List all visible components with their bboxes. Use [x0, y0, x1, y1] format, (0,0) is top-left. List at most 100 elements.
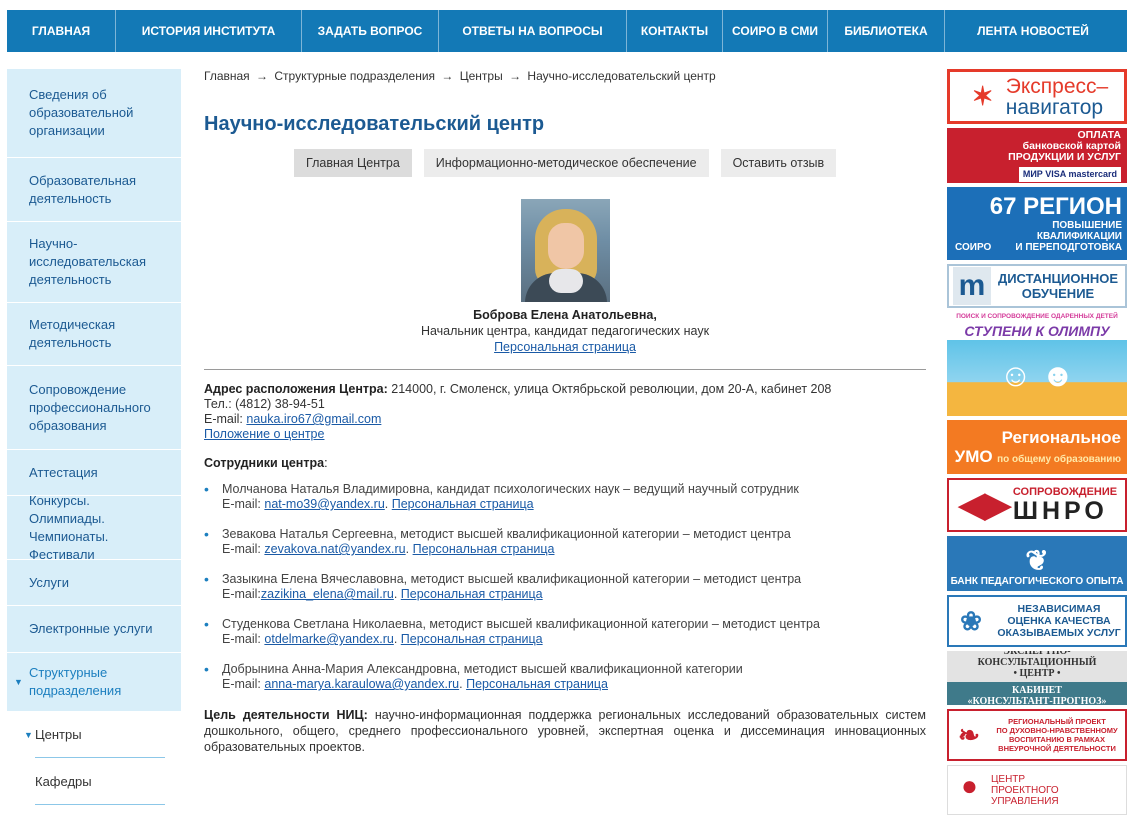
nav-answers[interactable]: ОТВЕТЫ НА ВОПРОСЫ	[439, 10, 627, 52]
bullet-icon: •	[204, 616, 209, 632]
banner-distance-learning[interactable]: m ДИСТАНЦИОННОЕ ОБУЧЕНИЕ	[947, 264, 1127, 308]
nav-news-feed[interactable]: ЛЕНТА НОВОСТЕЙ	[945, 10, 1121, 52]
center-tabs: Главная Центра Информационно-методическо…	[294, 149, 926, 177]
children-illustration-icon: ☺ ☻	[947, 340, 1127, 416]
banner-steps-to-olympus[interactable]: ПОИСК И СОПРОВОЖДЕНИЕ ОДАРЕННЫХ ДЕТЕЙ СТ…	[947, 312, 1127, 416]
divider	[204, 369, 926, 370]
sidebar-item-label: Научно-исследовательская деятельность	[29, 236, 147, 287]
sidebar-item-structure[interactable]: ▼ Структурные подразделения	[7, 653, 181, 712]
center-goal: Цель деятельности НИЦ: научно-информацио…	[204, 707, 926, 755]
staff-personal-page-link[interactable]: Персональная страница	[392, 497, 534, 511]
staff-email-link[interactable]: otdelmarke@yandex.ru	[264, 632, 393, 646]
main-content: Главная → Структурные подразделения → Це…	[204, 69, 926, 755]
apple-icon: ●	[961, 770, 978, 801]
divider	[35, 804, 165, 805]
nav-ask-question[interactable]: ЗАДАТЬ ВОПРОС	[302, 10, 439, 52]
payment-cards-logos: МИР VISA mastercard	[1018, 166, 1121, 182]
banner-regional-umo[interactable]: Региональное УМО по общему образованию	[947, 420, 1127, 474]
breadcrumb: Главная → Структурные подразделения → Це…	[204, 69, 926, 91]
staff-email-link[interactable]: zevakova.nat@yandex.ru	[264, 542, 405, 556]
sidebar-item-education[interactable]: Образовательная деятельность	[7, 158, 181, 222]
head-photo	[520, 199, 610, 302]
sidebar-item-org-info[interactable]: Сведения об образовательной организации	[7, 69, 181, 158]
center-contacts: Адрес расположения Центра: 214000, г. См…	[204, 382, 926, 442]
staff-list: • Молчанова Наталья Владимировна, кандид…	[204, 482, 926, 692]
sidebar-item-contests[interactable]: Конкурсы. Олимпиады. Чемпионаты. Фестива…	[7, 493, 181, 562]
list-item: • Молчанова Наталья Владимировна, кандид…	[204, 481, 799, 512]
staff-personal-page-link[interactable]: Персональная страница	[413, 542, 555, 556]
phone: Тел.: (4812) 38-94-51	[204, 397, 325, 411]
banner-spiritual-education-project[interactable]: ❧ РЕГИОНАЛЬНЫЙ ПРОЕКТ ПО ДУХОВНО-НРАВСТВЕ…	[947, 709, 1127, 761]
staff-personal-page-link[interactable]: Персональная страница	[401, 587, 543, 601]
list-item: • Добрынина Анна-Мария Александровна, ме…	[204, 661, 743, 692]
head-personal-page-link[interactable]: Персональная страница	[494, 340, 636, 354]
staff-personal-page-link[interactable]: Персональная страница	[466, 677, 608, 691]
address-label: Адрес расположения Центра:	[204, 382, 388, 396]
sidebar-item-services[interactable]: Услуги	[7, 560, 181, 606]
sidebar-item-label: Сведения об образовательной организации	[29, 87, 134, 138]
wreath-icon: ❀	[960, 605, 982, 636]
bullet-icon: •	[204, 481, 209, 497]
staff-heading: Сотрудники центра:	[204, 456, 328, 470]
sidebar-item-label: Методическая деятельность	[29, 317, 116, 350]
sidebar-item-prof-support[interactable]: Сопровождение профессионального образова…	[7, 366, 181, 450]
top-navigation: ГЛАВНАЯ ИСТОРИЯ ИНСТИТУТА ЗАДАТЬ ВОПРОС …	[7, 10, 1127, 52]
page-title: Научно-исследовательский центр	[204, 113, 545, 135]
sidebar-subitem-departments[interactable]: Кафедры	[7, 758, 181, 804]
nav-home[interactable]: ГЛАВНАЯ	[7, 10, 116, 52]
list-item: • Зазыкина Елена Вячеславовна, методист …	[204, 571, 802, 602]
sidebar-item-label: Электронные услуги	[29, 621, 153, 636]
nav-contacts[interactable]: КОНТАКТЫ	[627, 10, 723, 52]
nav-library[interactable]: БИБЛИОТЕКА	[828, 10, 945, 52]
caret-down-icon: ▼	[14, 677, 23, 687]
list-item: • Зевакова Наталья Сергеевна, методист в…	[204, 526, 791, 557]
sidebar-item-research[interactable]: Научно-исследовательская деятельность	[7, 222, 181, 303]
banner-expert-consulting-center[interactable]: ЭКСПЕРТНО-КОНСУЛЬТАЦИОННЫЙ • ЦЕНТР • КАБ…	[947, 651, 1127, 705]
starburst-icon: ✶	[971, 81, 994, 111]
breadcrumb-separator: →	[256, 69, 269, 83]
caret-down-icon: ▼	[24, 729, 33, 740]
regulation-link[interactable]: Положение о центре	[204, 427, 324, 441]
email-label: E-mail:	[204, 412, 243, 426]
banner-independent-assessment[interactable]: ❀ НЕЗАВИСИМАЯ ОЦЕНКА КАЧЕСТВА ОКАЗЫВАЕМЫХ …	[947, 595, 1127, 647]
sidebar-item-label: Образовательная деятельность	[29, 172, 137, 206]
banner-card-payment[interactable]: ОПЛАТА банковской картой ПРОДУКЦИИ И УСЛУГ…	[947, 128, 1127, 183]
sidebar-item-label: Услуги	[29, 574, 69, 590]
goal-label: Цель деятельности НИЦ:	[204, 708, 368, 722]
banner-project-management-center[interactable]: ● ЦЕНТР ПРОЕКТНОГО УПРАВЛЕНИЯ	[947, 765, 1127, 815]
banner-67-region[interactable]: 67 РЕГИОН ПОВЫШЕНИЕ КВАЛИФИКАЦИИ СОИРО И …	[947, 187, 1127, 260]
address-value: 214000, г. Смоленск, улица Октябрьской р…	[391, 382, 832, 396]
sidebar-item-e-services[interactable]: Электронные услуги	[7, 606, 181, 653]
tab-methodical-support[interactable]: Информационно-методическое обеспечение	[423, 149, 709, 177]
sidebar-subitem-label: Центры	[35, 727, 82, 742]
sidebar-subitem-label: Кафедры	[35, 773, 92, 789]
staff-email-link[interactable]: anna-marya.karaulowa@yandex.ru	[264, 677, 459, 691]
banner-teaching-experience-bank[interactable]: ❦ БАНК ПЕДАГОГИЧЕСКОГО ОПЫТА	[947, 536, 1127, 591]
nav-history[interactable]: ИСТОРИЯ ИНСТИТУТА	[116, 10, 302, 52]
breadcrumb-structure[interactable]: Структурные подразделения	[274, 69, 435, 83]
breadcrumb-centers[interactable]: Центры	[460, 69, 503, 83]
sidebar-item-methodical[interactable]: Методическая деятельность	[7, 303, 181, 366]
banner-shnro-support[interactable]: ◀▶ СОПРОВОЖДЕНИЕ ШНРО	[947, 478, 1127, 532]
staff-personal-page-link[interactable]: Персональная страница	[401, 632, 543, 646]
tree-icon: ❦	[1025, 545, 1049, 576]
nav-media[interactable]: СОИРО В СМИ	[723, 10, 828, 52]
bullet-icon: •	[204, 661, 209, 677]
head-name: Боброва Елена Анатольевна,	[473, 308, 657, 322]
staff-email-link[interactable]: zazikina_elena@mail.ru	[261, 587, 394, 601]
banner-column: ✶ Экспресс– навигатор ОПЛАТА банковской ка…	[947, 69, 1127, 819]
sidebar-subitem-centers[interactable]: ▼ Центры	[7, 712, 181, 757]
sidebar-item-label: Структурные подразделения	[29, 665, 122, 698]
arrows-icon: ◀▶	[958, 486, 1011, 524]
sidebar-item-label: Конкурсы. Олимпиады. Чемпионаты. Фестива…	[29, 492, 109, 562]
banner-express-navigator[interactable]: ✶ Экспресс– навигатор	[947, 69, 1127, 124]
tab-center-home[interactable]: Главная Центра	[294, 149, 412, 177]
center-email-link[interactable]: nauka.iro67@gmail.com	[246, 412, 381, 426]
breadcrumb-current: Научно-исследовательский центр	[527, 69, 716, 83]
staff-email-link[interactable]: nat-mo39@yandex.ru	[264, 497, 384, 511]
breadcrumb-home[interactable]: Главная	[204, 69, 250, 83]
tab-leave-feedback[interactable]: Оставить отзыв	[720, 149, 837, 177]
breadcrumb-separator: →	[509, 69, 522, 83]
list-item: • Студенкова Светлана Николаевна, методи…	[204, 616, 820, 647]
sidebar-item-attestation[interactable]: Аттестация	[7, 450, 181, 496]
